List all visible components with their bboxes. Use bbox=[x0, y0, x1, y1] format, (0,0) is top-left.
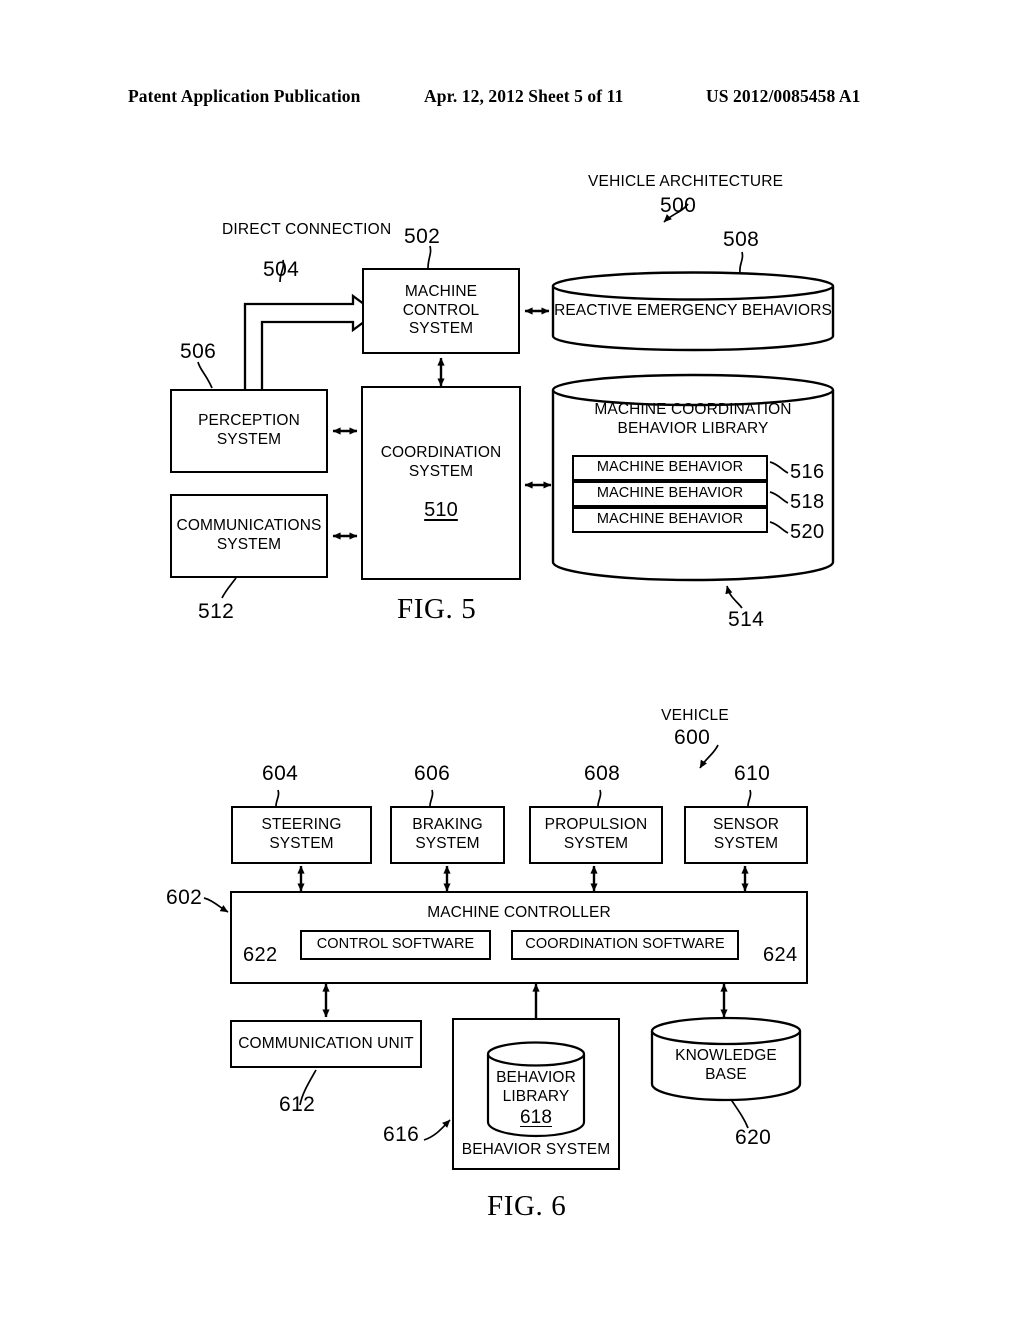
steering-system-box: STEERING SYSTEM bbox=[231, 806, 372, 864]
coordination-software-box: COORDINATION SOFTWARE bbox=[511, 930, 739, 960]
ref-612: 612 bbox=[279, 1093, 316, 1116]
behavior-library-cylinder: BEHAVIOR LIBRARY 618 bbox=[486, 1040, 586, 1138]
ref-616: 616 bbox=[383, 1123, 420, 1146]
ref-602: 602 bbox=[166, 886, 203, 909]
propulsion-system-box: PROPULSION SYSTEM bbox=[529, 806, 663, 864]
braking-system-box: BRAKING SYSTEM bbox=[390, 806, 505, 864]
knowledge-base-cylinder: KNOWLEDGE BASE bbox=[650, 1016, 802, 1102]
communication-unit-box: COMMUNICATION UNIT bbox=[230, 1020, 422, 1068]
ref-606: 606 bbox=[414, 762, 451, 785]
figure-6: VEHICLE 600 604 606 608 610 STEERING SYS… bbox=[0, 0, 1024, 1320]
figure-6-caption: FIG. 6 bbox=[487, 1190, 567, 1222]
machine-controller-title: MACHINE CONTROLLER bbox=[427, 904, 611, 921]
behavior-library-ref: 618 bbox=[519, 1107, 552, 1128]
ref-620: 620 bbox=[735, 1126, 772, 1149]
sensor-system-box: SENSOR SYSTEM bbox=[684, 806, 808, 864]
ref-608: 608 bbox=[584, 762, 621, 785]
ref-610: 610 bbox=[734, 762, 771, 785]
behavior-system-label: BEHAVIOR SYSTEM bbox=[461, 1141, 611, 1159]
ref-604: 604 bbox=[262, 762, 299, 785]
ref-622: 622 bbox=[243, 944, 278, 966]
ref-624: 624 bbox=[763, 944, 798, 966]
ref-600: 600 bbox=[674, 726, 711, 749]
control-software-box: CONTROL SOFTWARE bbox=[300, 930, 491, 960]
vehicle-label: VEHICLE bbox=[661, 707, 729, 724]
